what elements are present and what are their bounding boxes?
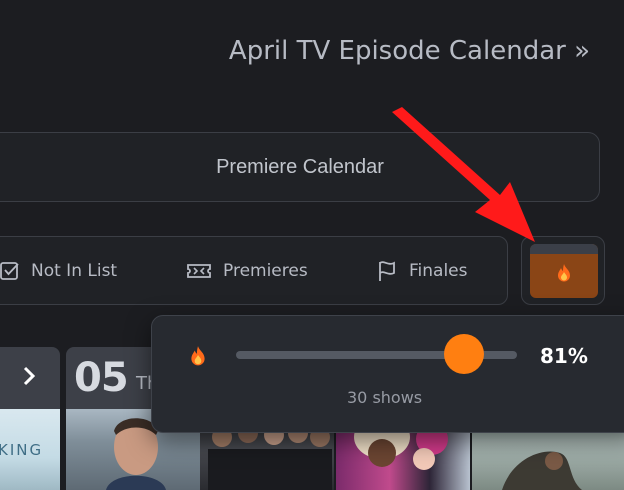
heat-popover: 81% 30 shows	[151, 315, 624, 433]
filter-not-in-list-label: Not In List	[31, 260, 118, 281]
filter-premieres-label: Premieres	[223, 260, 308, 281]
shows-count: 30 shows	[347, 388, 423, 407]
ticket-icon	[187, 263, 211, 278]
annotation-arrow	[392, 107, 535, 242]
next-day-button[interactable]	[0, 347, 60, 409]
day-number: 05	[74, 355, 129, 401]
flame-icon	[191, 346, 205, 366]
filter-finales-label: Finales	[409, 260, 468, 281]
poster-title: KING	[0, 441, 44, 459]
chevron-right-icon	[23, 366, 36, 386]
heat-slider-thumb[interactable]	[443, 334, 484, 374]
heat-slider-value: 81%	[540, 344, 588, 368]
heat-swatch	[530, 244, 598, 298]
april-episode-calendar-link[interactable]: April TV Episode Calendar »	[229, 36, 590, 66]
show-poster[interactable]: KING	[0, 409, 60, 490]
filter-not-in-list[interactable]: Not In List	[0, 237, 117, 304]
premiere-calendar-label: Premiere Calendar	[216, 155, 384, 178]
filter-premieres[interactable]: Premieres	[185, 237, 308, 304]
checkbox-icon	[0, 261, 19, 280]
flame-icon	[558, 264, 570, 282]
flag-icon	[379, 260, 395, 281]
